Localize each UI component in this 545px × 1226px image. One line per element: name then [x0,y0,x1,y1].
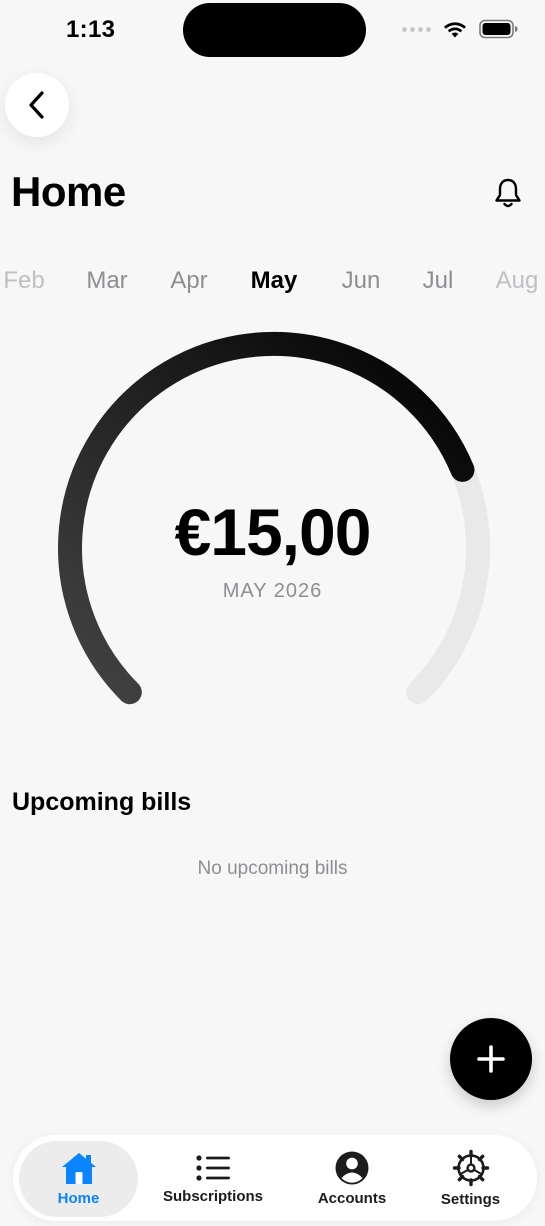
cellular-signal-icon [402,26,431,32]
tab-home-label: Home [57,1189,100,1207]
status-icons [402,19,519,39]
list-icon [196,1154,230,1181]
total-amount: €15,00 [174,495,372,569]
month-mar[interactable]: Mar [86,266,127,296]
back-button[interactable] [5,73,69,137]
gear-icon [452,1149,489,1186]
wifi-icon [444,22,466,38]
tab-settings[interactable]: Settings [423,1135,518,1221]
person-circle-icon [335,1151,369,1184]
month-feb[interactable]: Feb [3,266,44,296]
tab-bar: Home Subscriptions Accounts Settings [13,1135,537,1221]
chevron-left-icon [29,91,44,119]
upcoming-bills-empty: No upcoming bills [197,858,348,879]
page-title: Home [11,168,126,215]
period-label: MAY 2026 [222,580,323,602]
add-button[interactable] [450,1018,532,1100]
tab-subscriptions-label: Subscriptions [162,1187,263,1205]
battery-icon [479,19,518,39]
plus-icon [477,1045,505,1073]
tab-settings-label: Settings [440,1190,501,1208]
dynamic-island [183,3,366,57]
tab-home[interactable]: Home [19,1135,138,1221]
tab-accounts-label: Accounts [317,1189,387,1207]
month-aug[interactable]: Aug [496,266,539,296]
month-may[interactable]: May [251,266,298,296]
month-apr[interactable]: Apr [170,266,207,296]
bell-icon [495,178,521,208]
tab-subscriptions[interactable]: Subscriptions [153,1135,273,1221]
house-icon [61,1152,96,1184]
month-jun[interactable]: Jun [342,266,381,296]
notifications-button[interactable] [491,176,525,210]
month-jul[interactable]: Jul [423,266,454,296]
tab-accounts[interactable]: Accounts [300,1135,404,1221]
upcoming-bills-title: Upcoming bills [12,788,192,816]
status-time: 1:13 [66,16,116,43]
